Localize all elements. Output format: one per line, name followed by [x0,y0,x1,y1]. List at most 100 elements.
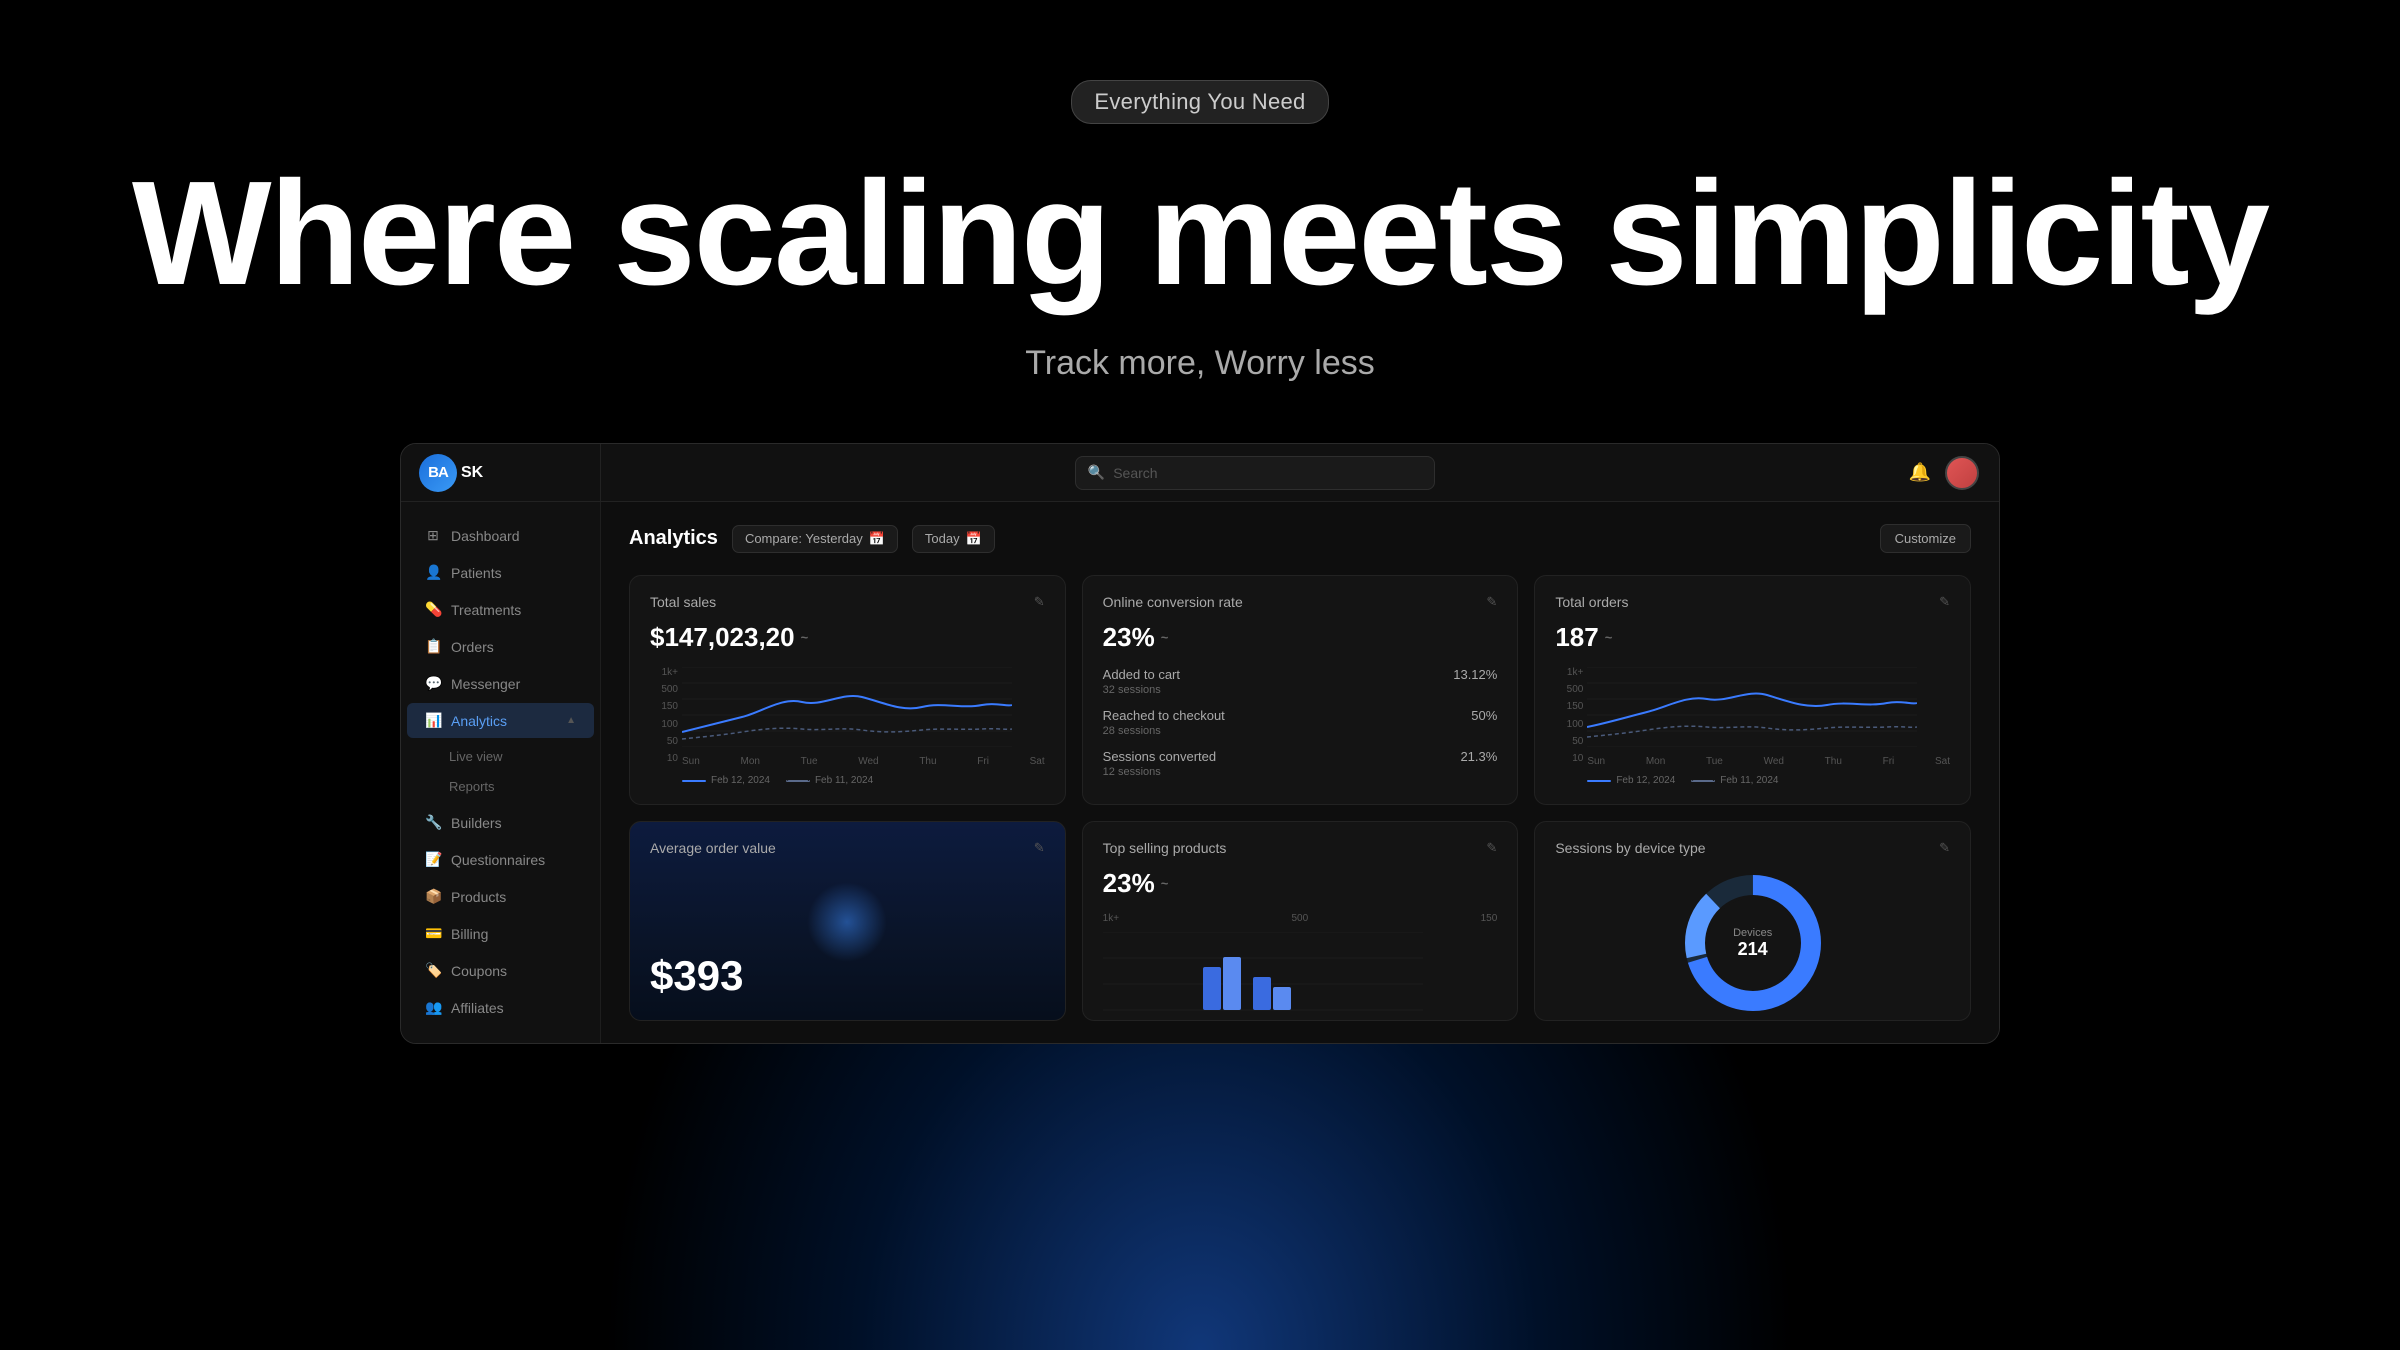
sales-line-chart [682,667,1012,747]
legend-item-1: Feb 12, 2024 [1587,775,1675,786]
card-header: Total sales ✎ [650,594,1045,610]
x-axis-labels: SunMonTueWedThuFriSat [1587,756,1950,767]
sidebar-item-patients[interactable]: 👤 Patients [407,555,594,590]
aov-glow-decoration [807,882,887,962]
topbar: BA SK 🔍 Search 🔔 [401,444,1999,502]
conversion-sessions: 28 sessions [1103,725,1225,737]
sidebar-item-coupons[interactable]: 🏷️ Coupons [407,953,594,988]
page-header-left: Analytics Compare: Yesterday 📅 Today 📅 [629,525,995,553]
sidebar-sub-reports[interactable]: Reports [407,772,594,801]
legend-item-1: Feb 12, 2024 [682,775,770,786]
analytics-icon: 📊 [425,712,441,729]
sidebar-item-dashboard[interactable]: ⊞ Dashboard [407,518,594,553]
sidebar-header: BA SK [401,444,601,501]
topbar-center: 🔍 Search [601,456,1909,490]
sidebar-item-messenger[interactable]: 💬 Messenger [407,666,594,701]
edit-icon[interactable]: ✎ [1034,594,1045,610]
chart-legend: Feb 12, 2024 Feb 11, 2024 [682,775,1045,786]
card-header: Average order value ✎ [650,840,1045,856]
logo-text: SK [461,464,483,482]
treatments-icon: 💊 [425,601,441,618]
avatar[interactable] [1945,456,1979,490]
card-header: Online conversion rate ✎ [1103,594,1498,610]
main-layout: ⊞ Dashboard 👤 Patients 💊 Treatments 📋 Or… [401,502,1999,1043]
sidebar-label: Builders [451,815,576,831]
conversion-rate-card: Online conversion rate ✎ 23% ~ Added to … [1082,575,1519,805]
chart-legend: Feb 12, 2024 Feb 11, 2024 [1587,775,1950,786]
reports-label: Reports [449,779,495,794]
legend-dot-dashed [786,780,810,782]
main-content: Analytics Compare: Yesterday 📅 Today 📅 C… [601,502,1999,1043]
edit-icon[interactable]: ✎ [1034,840,1045,856]
legend-item-2: Feb 11, 2024 [1691,775,1778,786]
sidebar-sub-live-view[interactable]: Live view [407,742,594,771]
conversion-label: Added to cart [1103,667,1180,682]
logo-icon: BA [419,454,457,492]
page-title: Analytics [629,527,718,550]
legend-item-2: Feb 11, 2024 [786,775,873,786]
total-sales-card: Total sales ✎ $147,023,20 ~ 1k+500150100… [629,575,1066,805]
legend-date-1: Feb 12, 2024 [711,775,770,786]
billing-icon: 💳 [425,925,441,942]
bar-label-from: 0 [1103,1020,1109,1021]
top-selling-card: Top selling products ✎ 23% ~ 1k+500150 [1082,821,1519,1021]
messenger-icon: 💬 [425,675,441,692]
customize-button[interactable]: Customize [1880,524,1971,553]
hero-subtitle: Track more, Worry less [1025,344,1374,383]
bottom-cards-grid: Average order value ✎ $393 Top selling p… [629,821,1971,1021]
search-bar[interactable]: 🔍 Search [1075,456,1435,490]
hero-title: Where scaling meets simplicity [132,160,2268,308]
total-sales-value: $147,023,20 ~ [650,622,1045,653]
sidebar-item-questionnaires[interactable]: 📝 Questionnaires [407,842,594,877]
sidebar-label: Dashboard [451,528,576,544]
edit-icon[interactable]: ✎ [1939,594,1950,610]
trend-indicator: ~ [1605,630,1613,645]
sidebar-label: Affiliates [451,1000,576,1016]
affiliates-icon: 👥 [425,999,441,1016]
sidebar-label: Patients [451,565,576,581]
legend-date-2: Feb 11, 2024 [815,775,873,786]
search-icon: 🔍 [1088,464,1105,481]
sidebar-item-products[interactable]: 📦 Products [407,879,594,914]
legend-date-1: Feb 12, 2024 [1616,775,1675,786]
live-view-label: Live view [449,749,502,764]
top-cards-grid: Total sales ✎ $147,023,20 ~ 1k+500150100… [629,575,1971,805]
notification-bell-icon[interactable]: 🔔 [1909,462,1931,483]
conversion-sessions: 12 sessions [1103,766,1216,778]
conversion-rate-value: 23% ~ [1103,622,1498,653]
sidebar-item-billing[interactable]: 💳 Billing [407,916,594,951]
sidebar-label: Questionnaires [451,852,576,868]
sidebar-item-analytics[interactable]: 📊 Analytics ▲ [407,703,594,738]
calendar-icon: 📅 [869,531,885,547]
edit-icon[interactable]: ✎ [1939,840,1950,856]
trend-indicator: ~ [801,630,809,645]
sidebar-item-builders[interactable]: 🔧 Builders [407,805,594,840]
conversion-rows: Added to cart 32 sessions 13.12% Reached… [1103,667,1498,778]
product-bar-area: 1k+500150 [1103,913,1498,1021]
avg-order-value-card: Average order value ✎ $393 [629,821,1066,1021]
orders-icon: 📋 [425,638,441,655]
compare-filter-button[interactable]: Compare: Yesterday 📅 [732,525,898,553]
edit-icon[interactable]: ✎ [1486,840,1497,856]
period-filter-button[interactable]: Today 📅 [912,525,995,553]
conversion-sessions: 32 sessions [1103,684,1180,696]
conversion-label: Sessions converted [1103,749,1216,764]
chevron-up-icon: ▲ [566,715,576,726]
coupons-icon: 🏷️ [425,962,441,979]
edit-icon[interactable]: ✎ [1486,594,1497,610]
conversion-row-checkout: Reached to checkout 28 sessions 50% [1103,708,1498,737]
sidebar-label: Orders [451,639,576,655]
questionnaires-icon: 📝 [425,851,441,868]
total-sales-title: Total sales [650,594,716,610]
sidebar-label: Coupons [451,963,576,979]
sidebar-item-treatments[interactable]: 💊 Treatments [407,592,594,627]
legend-dot-solid [682,780,706,782]
conversion-pct: 13.12% [1453,667,1497,682]
sidebar-item-orders[interactable]: 📋 Orders [407,629,594,664]
dashboard-icon: ⊞ [425,527,441,544]
total-orders-title: Total orders [1555,594,1628,610]
sidebar-item-affiliates[interactable]: 👥 Affiliates [407,990,594,1025]
chart-svg-wrapper [1587,667,1950,752]
patients-icon: 👤 [425,564,441,581]
sidebar-label: Messenger [451,676,576,692]
